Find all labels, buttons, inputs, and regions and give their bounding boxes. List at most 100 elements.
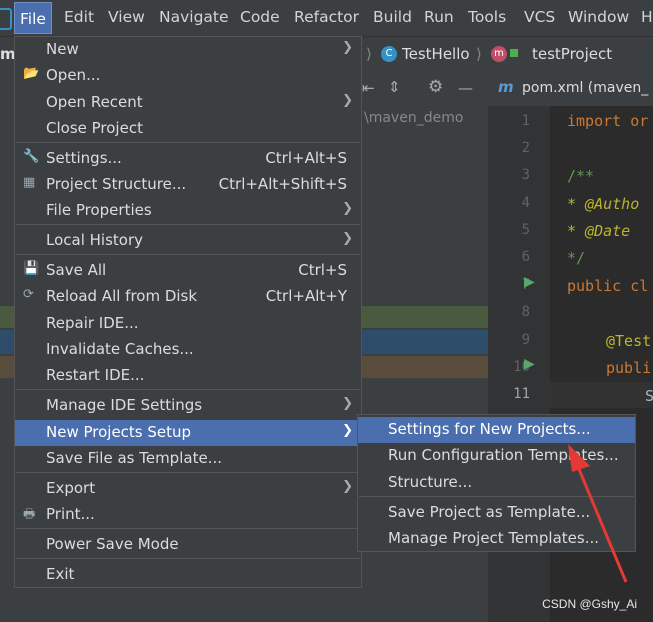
run-icon[interactable]: ▶ — [524, 274, 535, 290]
submenu-item-label: Settings for New Projects... — [388, 420, 591, 438]
menu-separator — [16, 224, 360, 225]
code-line: @Test — [606, 332, 652, 350]
file-menu-item-new-projects-setup[interactable]: New Projects Setup ❯ — [15, 420, 361, 446]
file-menu-item-restart-ide[interactable]: Restart IDE... — [15, 363, 361, 389]
file-menu-item-label: Local History — [46, 231, 144, 249]
menu-refactor[interactable]: Refactor — [294, 8, 359, 26]
file-menu-item-invalidate-caches[interactable]: Invalidate Caches... — [15, 337, 361, 363]
folder-icon: 📂 — [23, 66, 40, 81]
menu-help[interactable]: H — [641, 8, 653, 26]
current-line-highlight — [550, 382, 653, 408]
menu-run[interactable]: Run — [424, 8, 454, 26]
menu-file[interactable]: File — [14, 2, 52, 34]
file-menu-item-label: Open... — [46, 66, 101, 84]
file-menu-item-open-recent[interactable]: Open Recent ❯ — [15, 90, 361, 116]
line-number: 4 — [521, 195, 530, 211]
watermark: CSDN @Gshy_Ai — [542, 597, 637, 611]
shortcut-label: Ctrl+Alt+Shift+S — [218, 175, 347, 193]
file-menu-item-save-file-as-template[interactable]: Save File as Template... — [15, 446, 361, 472]
breadcrumb-class[interactable]: TestHello — [402, 45, 470, 63]
line-number: 9 — [521, 332, 530, 348]
menu-build[interactable]: Build — [373, 8, 412, 26]
line-number: 8 — [521, 304, 530, 320]
chevron-right-icon: ❯ — [342, 40, 353, 55]
file-menu-item-label: Reload All from Disk — [46, 287, 198, 305]
file-menu-item-export[interactable]: Export ❯ — [15, 476, 361, 502]
file-menu-item-label: Export — [46, 479, 96, 497]
file-menu-item-project-structure[interactable]: ▦ Project Structure... Ctrl+Alt+Shift+S — [15, 172, 361, 198]
file-menu-item-settings[interactable]: 🔧 Settings... Ctrl+Alt+S — [15, 146, 361, 172]
project-toolbar: ⇤ ⇕ ⚙ — — [360, 72, 488, 106]
file-menu-item-label: Close Project — [46, 119, 143, 137]
menu-separator — [16, 528, 360, 529]
editor-tab[interactable]: pom.xml (maven_ — [522, 80, 648, 96]
chevron-right-icon: ❯ — [342, 423, 353, 438]
file-menu-item-label: Power Save Mode — [46, 535, 179, 553]
file-menu-item-label: Save File as Template... — [46, 449, 222, 467]
file-menu-item-label: Repair IDE... — [46, 314, 139, 332]
file-menu-item-close-project[interactable]: Close Project — [15, 116, 361, 142]
file-menu-item-exit[interactable]: Exit — [15, 562, 361, 588]
run-icon[interactable]: ▶ — [524, 356, 535, 372]
hide-icon[interactable]: — — [458, 79, 473, 97]
file-menu: New ❯ 📂 Open... Open Recent ❯ Close Project 🔧 Se… — [14, 36, 362, 588]
annotation-arrow — [568, 444, 628, 583]
collapse-icon[interactable]: ⇤ — [362, 79, 375, 97]
menu-vcs[interactable]: VCS — [524, 8, 555, 26]
code-line: S — [645, 387, 653, 405]
file-menu-item-repair-ide[interactable]: Repair IDE... — [15, 311, 361, 337]
editor-tab-bar: m pom.xml (maven_ — [488, 72, 653, 107]
file-menu-item-open[interactable]: 📂 Open... — [15, 63, 361, 89]
file-menu-item-save-all[interactable]: 💾 Save All Ctrl+S — [15, 258, 361, 284]
gear-icon[interactable]: ⚙ — [428, 77, 443, 97]
menu-tools[interactable]: Tools — [468, 8, 506, 26]
file-menu-item-label: Print... — [46, 505, 95, 523]
code-line: * @Autho — [567, 195, 640, 213]
line-number: 5 — [521, 222, 530, 238]
file-menu-item-reload-all-from-disk[interactable]: ⟳ Reload All from Disk Ctrl+Alt+Y — [15, 284, 361, 310]
file-menu-item-local-history[interactable]: Local History ❯ — [15, 228, 361, 254]
menu-separator — [16, 389, 360, 390]
file-menu-item-manage-ide-settings[interactable]: Manage IDE Settings ❯ — [15, 393, 361, 419]
menu-view[interactable]: View — [108, 8, 145, 26]
code-line: * @Date — [567, 222, 631, 240]
breadcrumb-separator-icon: ⟩ — [476, 45, 482, 63]
file-menu-item-file-properties[interactable]: File Properties ❯ — [15, 198, 361, 224]
arrow-shaft — [574, 461, 628, 583]
print-icon: 🖶 — [23, 507, 36, 522]
line-number: 3 — [521, 167, 530, 183]
line-number: 6 — [521, 249, 530, 265]
file-menu-item-label: New — [46, 40, 79, 58]
file-menu-item-new[interactable]: New ❯ — [15, 37, 361, 63]
file-menu-item-label: Settings... — [46, 149, 122, 167]
file-menu-item-power-save-mode[interactable]: Power Save Mode — [15, 532, 361, 558]
class-icon: C — [381, 46, 397, 62]
code-line: /** — [567, 167, 595, 185]
menu-window[interactable]: Window — [568, 8, 629, 26]
method-icon: m — [491, 46, 507, 62]
menu-edit[interactable]: Edit — [64, 8, 94, 26]
code-line: import or — [567, 112, 649, 130]
menu-navigate[interactable]: Navigate — [159, 8, 229, 26]
chevron-right-icon: ❯ — [342, 231, 353, 246]
line-number: 2 — [521, 140, 530, 156]
shortcut-label: Ctrl+Alt+Y — [265, 287, 347, 305]
submenu-item-label: Structure... — [388, 473, 473, 491]
shortcut-label: Ctrl+S — [298, 261, 347, 279]
arrow-head — [568, 444, 590, 472]
menu-code[interactable]: Code — [240, 8, 280, 26]
file-menu-item-print[interactable]: 🖶 Print... — [15, 502, 361, 528]
chevron-right-icon: ❯ — [342, 201, 353, 216]
chevron-right-icon: ❯ — [342, 93, 353, 108]
project-path: \maven_demo — [364, 110, 464, 126]
lock-icon — [510, 49, 518, 57]
line-number: 1 — [521, 113, 530, 129]
wrench-icon: 🔧 — [23, 149, 40, 164]
expand-icon[interactable]: ⇕ — [388, 78, 401, 96]
line-number: 11 — [513, 386, 530, 402]
file-menu-item-label: Open Recent — [46, 93, 143, 111]
code-line: */ — [567, 249, 586, 267]
file-menu-item-label: Save All — [46, 261, 107, 279]
breadcrumb-method[interactable]: testProject — [532, 45, 612, 63]
maven-icon: m — [498, 78, 514, 96]
